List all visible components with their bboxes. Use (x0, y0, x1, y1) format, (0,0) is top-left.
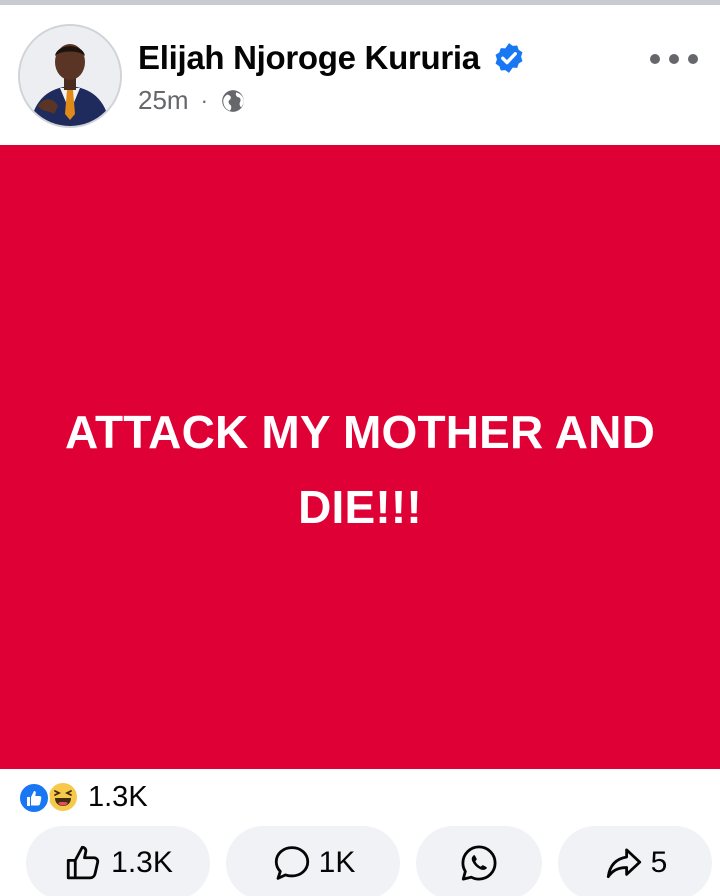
whatsapp-icon (461, 845, 497, 881)
thumbs-up-icon (66, 845, 100, 880)
action-bar: 1.3K 1K 5 (0, 826, 720, 896)
comment-button[interactable]: 1K (226, 826, 400, 896)
more-dot-icon (688, 54, 698, 64)
more-options-button[interactable] (650, 47, 698, 71)
whatsapp-share-button[interactable] (416, 826, 542, 896)
haha-reaction-icon (47, 781, 79, 813)
globe-icon (222, 89, 244, 112)
comment-icon (274, 846, 309, 880)
like-count: 1.3K (111, 846, 173, 879)
like-reaction-icon (18, 782, 50, 814)
more-dot-icon (669, 54, 679, 64)
share-count: 5 (650, 846, 668, 879)
reaction-icons (18, 780, 84, 814)
more-dot-icon (650, 54, 660, 64)
post-background-card: ATTACK MY MOTHER AND DIE!!! (0, 145, 720, 769)
post-header: Elijah Njoroge Kururia 25m · (0, 5, 720, 145)
share-button[interactable]: 5 (558, 826, 712, 896)
verified-badge-icon (495, 43, 523, 73)
reaction-count: 1.3K (88, 780, 148, 813)
meta-separator: · (200, 87, 208, 113)
reactions-summary[interactable]: 1.3K (18, 780, 148, 814)
post-text: ATTACK MY MOTHER AND DIE!!! (64, 406, 656, 533)
post-timestamp[interactable]: 25m (138, 85, 189, 116)
comment-count: 1K (318, 846, 356, 879)
like-button[interactable]: 1.3K (26, 826, 210, 896)
share-arrow-icon (606, 848, 641, 879)
author-name[interactable]: Elijah Njoroge Kururia (138, 39, 480, 77)
avatar[interactable] (18, 24, 122, 128)
